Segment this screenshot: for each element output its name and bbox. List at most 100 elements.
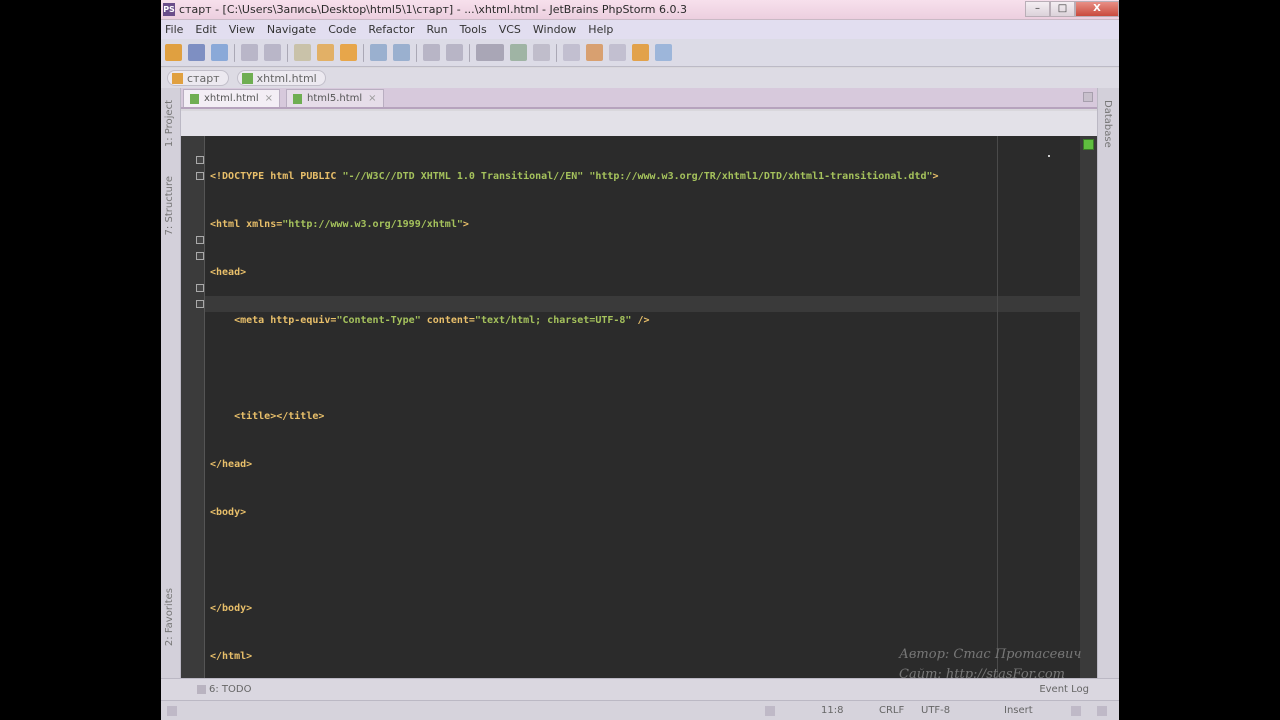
insert-mode[interactable]: Insert: [1004, 705, 1033, 716]
plugins-icon[interactable]: [609, 44, 626, 61]
line-separator[interactable]: CRLF: [879, 705, 904, 716]
ide-window: PS старт - [C:\Users\Запись\Desktop\html…: [161, 0, 1119, 720]
run-icon[interactable]: [510, 44, 527, 61]
cut-icon[interactable]: [294, 44, 311, 61]
save-icon[interactable]: [188, 44, 205, 61]
editor-gutter: [181, 136, 205, 678]
menu-window[interactable]: Window: [527, 23, 582, 36]
left-tool-strip: 1: Project 7: Structure 2: Favorites: [161, 88, 181, 678]
app-icon: PS: [163, 3, 175, 16]
replace-icon[interactable]: [393, 44, 410, 61]
open-folder-icon[interactable]: [165, 44, 182, 61]
help-icon[interactable]: [655, 44, 672, 61]
folder-icon: [172, 72, 183, 84]
minimize-button[interactable]: –: [1025, 1, 1050, 17]
redo-icon[interactable]: [264, 44, 281, 61]
tab-label: xhtml.html: [204, 93, 259, 104]
code-editor[interactable]: <!DOCTYPE html PUBLIC "-//W3C//DTD XHTML…: [205, 136, 1080, 678]
sync-icon[interactable]: [211, 44, 228, 61]
tab-html5[interactable]: html5.html ×: [286, 89, 384, 107]
breadcrumb-file[interactable]: xhtml.html: [236, 70, 326, 86]
html-file-icon: [241, 72, 253, 84]
toolbar-separator: [416, 43, 417, 62]
tab-label: html5.html: [307, 93, 363, 104]
toolbar-separator: [363, 43, 364, 62]
menu-view[interactable]: View: [223, 23, 261, 36]
code-line: <meta http-equiv="Content-Type" content=…: [210, 315, 650, 326]
toolbar-separator: [234, 43, 235, 62]
undo-icon[interactable]: [241, 44, 258, 61]
tool-windows-icon[interactable]: [167, 706, 177, 716]
tool-database[interactable]: Database: [1102, 100, 1113, 148]
menu-tools[interactable]: Tools: [454, 23, 493, 36]
status-bar: 11:8 CRLF UTF-8 Insert: [161, 700, 1119, 720]
menu-edit[interactable]: Edit: [189, 23, 222, 36]
fold-icon[interactable]: [196, 236, 204, 244]
menu-file[interactable]: File: [161, 23, 189, 36]
lock-icon[interactable]: [1071, 706, 1081, 716]
code-line: <html xmlns="http://www.w3.org/1999/xhtm…: [210, 219, 469, 230]
inspector-icon[interactable]: [1097, 706, 1107, 716]
tool-event-log[interactable]: Event Log: [1039, 684, 1089, 695]
tool-project[interactable]: 1: Project: [164, 100, 175, 147]
right-margin-guide: [997, 136, 998, 678]
bottom-tool-bar: 6: TODO Event Log: [161, 678, 1119, 700]
fold-icon[interactable]: [196, 300, 204, 308]
debug-icon[interactable]: [533, 44, 550, 61]
error-stripe[interactable]: [1080, 136, 1097, 678]
tool-todo[interactable]: 6: TODO: [197, 684, 251, 695]
fold-icon[interactable]: [196, 156, 204, 164]
fold-icon[interactable]: [196, 284, 204, 292]
bookmark-icon[interactable]: [632, 44, 649, 61]
code-line: </head>: [210, 459, 253, 470]
run-config-dropdown[interactable]: [476, 44, 504, 61]
window-controls: – □ X: [1025, 1, 1119, 17]
close-tab-icon[interactable]: ×: [265, 93, 273, 104]
breadcrumb-label: старт: [187, 71, 220, 85]
fold-icon[interactable]: [196, 252, 204, 260]
copy-icon[interactable]: [317, 44, 334, 61]
progress-icon: [765, 706, 775, 716]
code-line: </html>: [210, 651, 253, 662]
paste-icon[interactable]: [340, 44, 357, 61]
watermark-author: Автор: Стас Протасевич: [899, 647, 1082, 662]
tool-favorites[interactable]: 2: Favorites: [164, 588, 175, 646]
menu-run[interactable]: Run: [421, 23, 454, 36]
fold-icon[interactable]: [196, 172, 204, 180]
menu-code[interactable]: Code: [322, 23, 362, 36]
right-tool-strip: Database: [1097, 88, 1119, 678]
file-encoding[interactable]: UTF-8: [921, 705, 950, 716]
menu-vcs[interactable]: VCS: [493, 23, 527, 36]
html-file-icon: [293, 93, 303, 104]
menu-help[interactable]: Help: [582, 23, 619, 36]
window-title: старт - [C:\Users\Запись\Desktop\html5\1…: [179, 3, 687, 16]
tab-xhtml[interactable]: xhtml.html ×: [183, 89, 281, 107]
back-icon[interactable]: [423, 44, 440, 61]
close-button[interactable]: X: [1075, 1, 1119, 17]
caret-position[interactable]: 11:8: [821, 705, 843, 716]
toolbar-separator: [556, 43, 557, 62]
find-icon[interactable]: [370, 44, 387, 61]
tabs-menu-icon[interactable]: [1083, 92, 1093, 102]
code-lines: <!DOCTYPE html PUBLIC "-//W3C//DTD XHTML…: [210, 137, 939, 678]
project-structure-icon[interactable]: [586, 44, 603, 61]
close-tab-icon[interactable]: ×: [368, 93, 376, 104]
code-line: <head>: [210, 267, 247, 278]
todo-label: 6: TODO: [209, 684, 252, 695]
maximize-button[interactable]: □: [1050, 1, 1075, 17]
menu-bar: File Edit View Navigate Code Refactor Ru…: [161, 20, 1119, 39]
cursor-dot: [1048, 155, 1050, 157]
forward-icon[interactable]: [446, 44, 463, 61]
toolbar-separator: [469, 43, 470, 62]
breadcrumb-project[interactable]: старт: [167, 70, 229, 86]
settings-icon[interactable]: [563, 44, 580, 61]
tool-structure[interactable]: 7: Structure: [164, 176, 175, 235]
code-line: <body>: [210, 507, 247, 518]
menu-refactor[interactable]: Refactor: [362, 23, 420, 36]
menu-navigate[interactable]: Navigate: [261, 23, 322, 36]
breadcrumb-label: xhtml.html: [256, 71, 317, 85]
main-toolbar: [161, 39, 1119, 67]
inspection-ok-icon[interactable]: [1083, 139, 1094, 150]
